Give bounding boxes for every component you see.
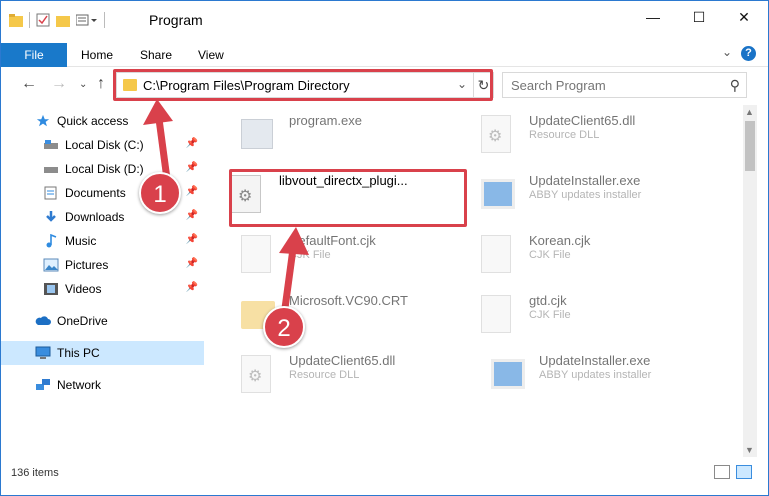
explorer-window: Program — ☐ ✕ File Home Share View ⌄ ? ←… xyxy=(0,0,769,496)
large-icons-view-icon[interactable] xyxy=(736,465,752,479)
callout-badge-1: 1 xyxy=(139,172,181,214)
arrow-head-address xyxy=(143,99,173,125)
vertical-scrollbar[interactable]: ▲ ▼ xyxy=(743,105,757,457)
details-view-icon[interactable] xyxy=(714,465,730,479)
arrow-to-address-bar xyxy=(155,118,171,180)
status-bar: 136 items xyxy=(1,459,768,489)
scroll-thumb[interactable] xyxy=(745,121,755,171)
view-toggle xyxy=(714,465,752,479)
scroll-up-icon[interactable]: ▲ xyxy=(745,107,754,117)
item-count: 136 items xyxy=(11,467,59,479)
callout-badge-2: 2 xyxy=(263,306,305,348)
scroll-down-icon[interactable]: ▼ xyxy=(745,445,754,455)
annotation-arrows xyxy=(143,99,309,324)
arrow-head-file xyxy=(279,227,309,255)
